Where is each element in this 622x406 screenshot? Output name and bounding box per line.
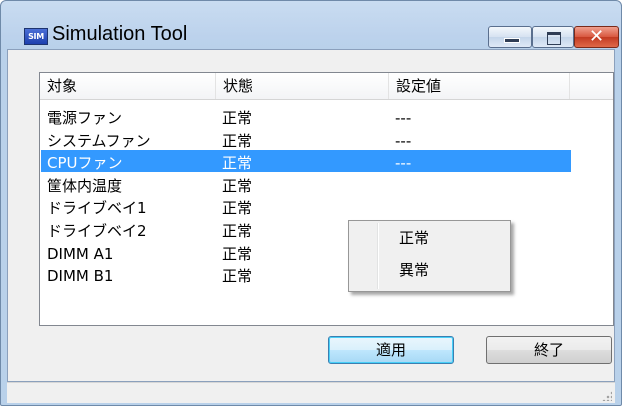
client-area: 対象 状態 設定値 電源ファン 正常 --- システムファン 正常 --- CPUファン 正常… (7, 49, 615, 382)
menu-item-label: 正常 (399, 229, 430, 247)
table-row[interactable]: システムファン 正常 --- (41, 130, 571, 152)
cell-value: --- (395, 109, 412, 127)
app-window: SIM Simulation Tool ✕ 対象 状態 設定値 電源ファン 正常 -… (0, 0, 622, 406)
table-row[interactable]: CPUファン 正常 --- (41, 150, 571, 173)
cell-status: 正常 (222, 222, 253, 240)
cell-status: 正常 (222, 176, 253, 195)
column-header-status[interactable]: 状態 (216, 73, 389, 99)
exit-button[interactable]: 終了 (486, 336, 612, 364)
app-icon[interactable]: SIM (24, 28, 48, 45)
column-header-value[interactable]: 設定値 (389, 73, 570, 99)
menu-item-abnormal[interactable]: 異常 (351, 255, 508, 285)
sensor-list[interactable]: 対象 状態 設定値 電源ファン 正常 --- システムファン 正常 --- CPUファン 正常… (39, 72, 614, 326)
title-bar[interactable]: SIM Simulation Tool ✕ (1, 1, 621, 49)
cell-target: DIMM B1 (47, 267, 114, 286)
maximize-icon (547, 32, 561, 45)
cell-target: DIMM A1 (47, 244, 114, 263)
menu-item-label: 異常 (399, 261, 430, 279)
maximize-button[interactable] (532, 26, 574, 48)
minimize-icon (504, 38, 520, 43)
cell-value: --- (395, 131, 412, 150)
menu-item-normal[interactable]: 正常 (351, 223, 508, 253)
table-row[interactable]: 電源ファン 正常 --- (41, 107, 571, 129)
status-context-menu: 正常 異常 (348, 220, 511, 292)
cell-target: 筐体内温度 (47, 176, 123, 195)
window-title: Simulation Tool (52, 23, 188, 45)
cell-status: 正常 (222, 244, 253, 263)
resize-grip-icon[interactable] (602, 391, 612, 401)
cell-status: 正常 (222, 109, 253, 127)
close-button[interactable]: ✕ (574, 26, 619, 48)
cell-target: ドライブベイ2 (47, 222, 147, 240)
cell-target: 電源ファン (47, 109, 123, 127)
cell-target: CPUファン (47, 154, 123, 173)
cell-value: --- (395, 154, 412, 173)
minimize-button[interactable] (488, 26, 532, 48)
cell-status: 正常 (222, 199, 253, 218)
close-icon: ✕ (588, 26, 605, 47)
column-header-filler (570, 73, 613, 99)
cell-target: システムファン (47, 131, 151, 150)
list-header: 対象 状態 設定値 (40, 73, 613, 100)
column-header-target[interactable]: 対象 (40, 73, 216, 99)
status-bar (7, 382, 615, 403)
cell-status: 正常 (222, 131, 253, 150)
table-row[interactable]: ドライブベイ1 正常 (41, 197, 571, 219)
table-row[interactable]: 筐体内温度 正常 (41, 175, 571, 197)
cell-status: 正常 (222, 154, 253, 173)
apply-button[interactable]: 適用 (328, 336, 454, 364)
cell-target: ドライブベイ1 (47, 199, 147, 218)
cell-status: 正常 (222, 267, 253, 286)
